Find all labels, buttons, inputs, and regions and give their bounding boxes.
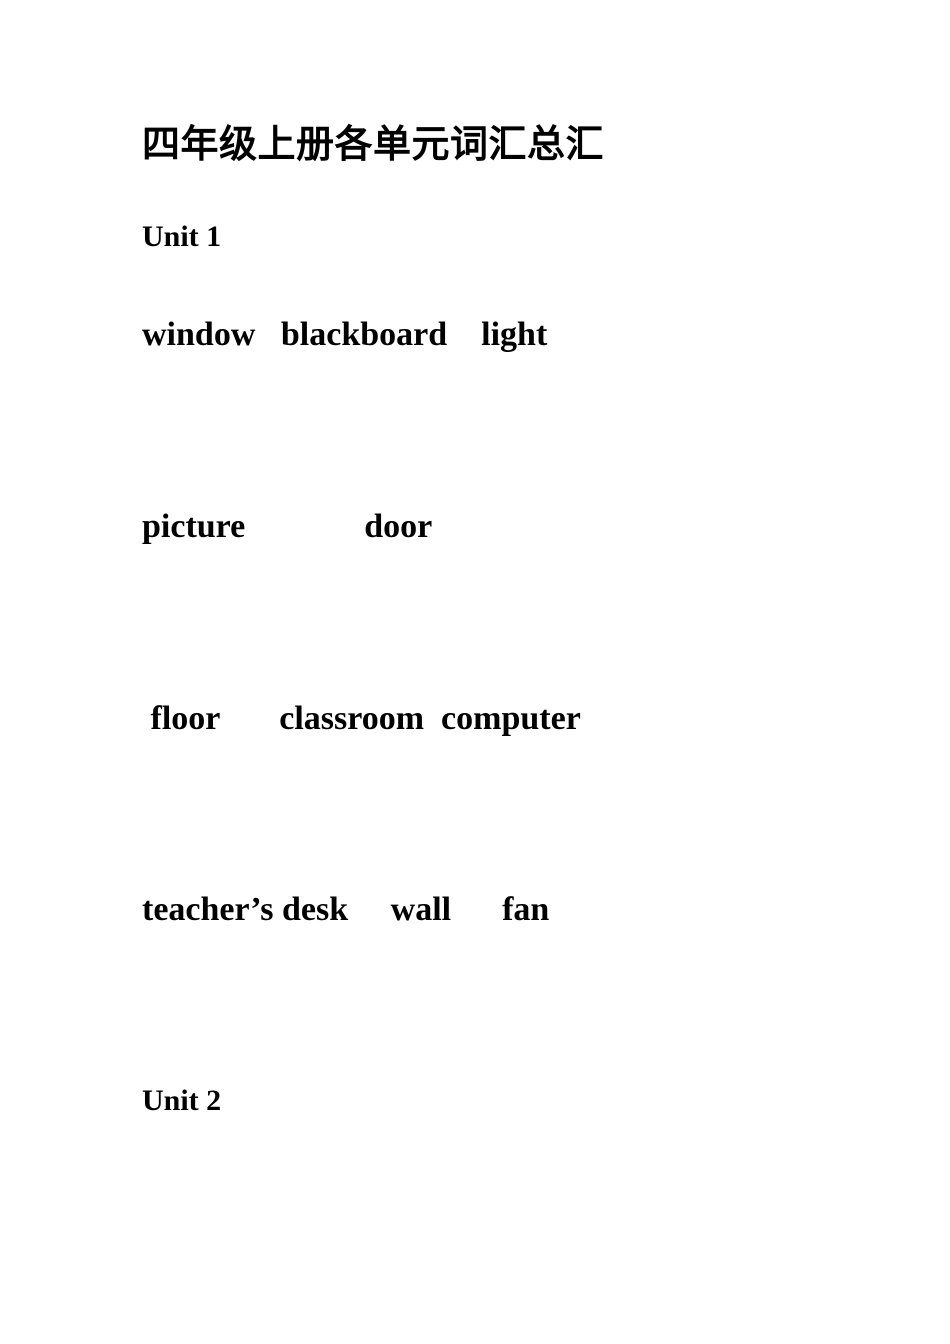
vocabulary-row: floor classroom computer xyxy=(142,700,581,737)
page-title: 四年级上册各单元词汇总汇 xyxy=(142,122,605,166)
unit-heading-2: Unit 2 xyxy=(142,1084,222,1117)
vocabulary-row: picture door xyxy=(142,508,433,545)
unit-heading-1: Unit 1 xyxy=(142,220,222,253)
vocabulary-row: window blackboard light xyxy=(142,316,548,353)
document-page: 四年级上册各单元词汇总汇 Unit 1 window blackboard li… xyxy=(0,0,950,1344)
vocabulary-row: teacher’s desk wall fan xyxy=(142,891,550,928)
